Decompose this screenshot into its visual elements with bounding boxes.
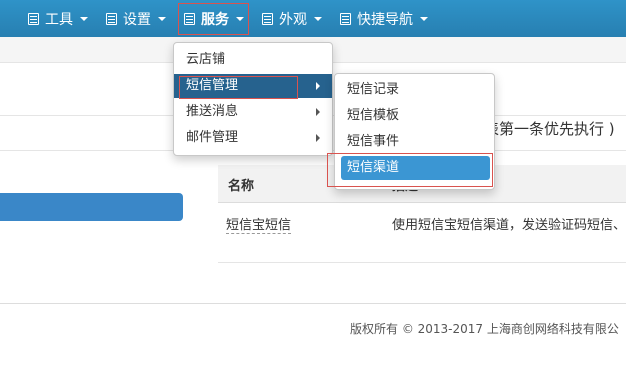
caret-down-icon xyxy=(158,16,166,21)
nav-tools-label: 工具 xyxy=(45,11,73,28)
channel-description: 使用短信宝短信渠道，发送验证码短信、 xyxy=(392,218,626,233)
list-icon xyxy=(106,12,117,25)
caret-down-icon xyxy=(80,16,88,21)
chevron-right-icon xyxy=(316,134,320,142)
list-icon xyxy=(340,12,351,25)
nav-appearance[interactable]: 外观 xyxy=(262,0,322,37)
menu-item-label: 短信记录 xyxy=(347,82,400,97)
menu-item-sms-events[interactable]: 短信事件 xyxy=(335,130,494,154)
highlight-outline xyxy=(327,153,493,187)
highlight-outline xyxy=(179,76,298,99)
nav-settings-label: 设置 xyxy=(123,11,151,28)
column-header-name: 名称 xyxy=(228,179,255,194)
menu-item-mail-management[interactable]: 邮件管理 xyxy=(174,126,332,150)
channel-name-link[interactable]: 短信宝短信 xyxy=(226,214,292,234)
nav-tools[interactable]: 工具 xyxy=(28,0,88,37)
list-icon xyxy=(28,12,39,25)
nav-quick-nav-label: 快捷导航 xyxy=(357,11,413,28)
hint-text: 表第一条优先执行 ) xyxy=(484,120,615,138)
menu-item-sms-records[interactable]: 短信记录 xyxy=(335,78,494,102)
menu-item-label: 推送消息 xyxy=(186,104,239,119)
footer-divider xyxy=(0,303,626,304)
sidebar-active-item[interactable] xyxy=(0,193,183,221)
menu-item-label: 短信事件 xyxy=(347,134,400,149)
top-nav-bar: 工具 设置 服务 外观 快捷导航 xyxy=(0,0,626,37)
menu-item-label: 短信模板 xyxy=(347,108,400,123)
nav-appearance-label: 外观 xyxy=(279,11,307,28)
chevron-right-icon xyxy=(316,108,320,116)
nav-quick-nav[interactable]: 快捷导航 xyxy=(340,0,428,37)
highlight-outline xyxy=(178,3,249,35)
menu-item-sms-templates[interactable]: 短信模板 xyxy=(335,104,494,128)
list-icon xyxy=(262,12,273,25)
caret-down-icon xyxy=(314,16,322,21)
service-dropdown: 云店铺 短信管理 推送消息 邮件管理 xyxy=(173,42,333,156)
menu-item-label: 云店铺 xyxy=(186,52,226,67)
footer-copyright: 版权所有 © 2013-2017 上海商创网络科技有限公 xyxy=(350,322,619,336)
menu-item-label: 邮件管理 xyxy=(186,130,239,145)
caret-down-icon xyxy=(420,16,428,21)
chevron-right-icon xyxy=(316,82,320,90)
nav-settings[interactable]: 设置 xyxy=(106,0,166,37)
menu-item-cloud-store[interactable]: 云店铺 xyxy=(174,48,332,72)
menu-item-push-messages[interactable]: 推送消息 xyxy=(174,100,332,124)
